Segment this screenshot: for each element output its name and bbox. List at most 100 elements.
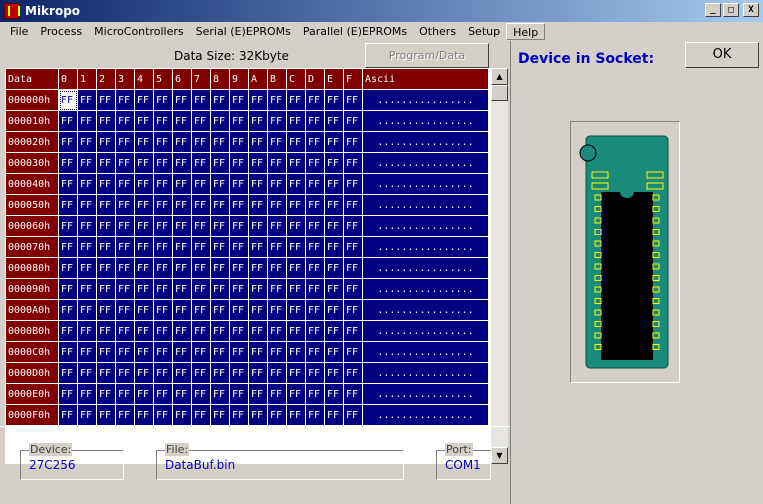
hex-cell[interactable]: FF bbox=[191, 404, 211, 426]
hex-cell[interactable]: FF bbox=[153, 257, 173, 279]
hex-cell[interactable]: FF bbox=[77, 194, 97, 216]
hex-cell[interactable]: FF bbox=[115, 194, 135, 216]
menu-microcontrollers[interactable]: MicroControllers bbox=[88, 23, 189, 40]
hex-cell[interactable]: FF bbox=[229, 383, 249, 405]
ok-button[interactable]: OK bbox=[685, 42, 759, 68]
hex-cell[interactable]: FF bbox=[248, 404, 268, 426]
hex-cell[interactable]: FF bbox=[153, 404, 173, 426]
ascii-cell[interactable]: ................ bbox=[362, 383, 489, 405]
hex-cell[interactable]: FF bbox=[77, 152, 97, 174]
hex-cell[interactable]: FF bbox=[153, 110, 173, 132]
hex-cell[interactable]: FF bbox=[286, 236, 306, 258]
hex-cell[interactable]: FF bbox=[267, 236, 287, 258]
hex-cell[interactable]: FF bbox=[153, 215, 173, 237]
hex-cell[interactable]: FF bbox=[153, 299, 173, 321]
hex-cell[interactable]: FF bbox=[77, 383, 97, 405]
hex-cell[interactable]: FF bbox=[248, 152, 268, 174]
hex-cell[interactable]: FF bbox=[96, 215, 116, 237]
hex-cell[interactable]: FF bbox=[115, 320, 135, 342]
hex-grid[interactable]: Data 0 1 2 3 4 5 6 7 8 9 A B C D E F Ascii 000000h FF FF FF F… bbox=[5, 68, 491, 464]
hex-cell[interactable]: FF bbox=[248, 362, 268, 384]
hex-cell[interactable]: FF bbox=[191, 89, 211, 111]
hex-cell[interactable]: FF bbox=[343, 341, 363, 363]
hex-cell[interactable]: FF bbox=[172, 215, 192, 237]
hex-cell[interactable]: FF bbox=[191, 341, 211, 363]
hex-cell[interactable]: FF bbox=[248, 194, 268, 216]
hex-cell[interactable]: FF bbox=[229, 341, 249, 363]
hex-cell[interactable]: FF bbox=[58, 362, 78, 384]
ascii-cell[interactable]: ................ bbox=[362, 236, 489, 258]
hex-cell[interactable]: FF bbox=[286, 320, 306, 342]
hex-cell[interactable]: FF bbox=[229, 278, 249, 300]
hex-cell[interactable]: FF bbox=[77, 341, 97, 363]
hex-cell[interactable]: FF bbox=[286, 362, 306, 384]
hex-cell[interactable]: FF bbox=[343, 383, 363, 405]
hex-cell[interactable]: FF bbox=[115, 341, 135, 363]
hex-cell[interactable]: FF bbox=[134, 278, 154, 300]
hex-cell[interactable]: FF bbox=[153, 236, 173, 258]
hex-cell[interactable]: FF bbox=[153, 278, 173, 300]
hex-cell[interactable]: FF bbox=[115, 173, 135, 195]
hex-cell[interactable]: FF bbox=[96, 404, 116, 426]
minimize-button[interactable]: _ bbox=[705, 3, 721, 17]
hex-cell[interactable]: FF bbox=[343, 194, 363, 216]
hex-cell[interactable]: FF bbox=[343, 404, 363, 426]
hex-cell[interactable]: FF bbox=[115, 89, 135, 111]
hex-cell[interactable]: FF bbox=[343, 89, 363, 111]
hex-cell[interactable]: FF bbox=[267, 299, 287, 321]
hex-cell[interactable]: FF bbox=[324, 278, 344, 300]
hex-cell[interactable]: FF bbox=[305, 320, 325, 342]
hex-cell[interactable]: FF bbox=[96, 110, 116, 132]
hex-cell[interactable]: FF bbox=[305, 299, 325, 321]
hex-cell[interactable]: FF bbox=[134, 173, 154, 195]
hex-cell[interactable]: FF bbox=[191, 110, 211, 132]
hex-cell[interactable]: FF bbox=[324, 362, 344, 384]
ascii-cell[interactable]: ................ bbox=[362, 110, 489, 132]
hex-cell[interactable]: FF bbox=[343, 320, 363, 342]
hex-cell[interactable]: FF bbox=[229, 89, 249, 111]
hex-cell[interactable]: FF bbox=[77, 320, 97, 342]
hex-cell[interactable]: FF bbox=[267, 110, 287, 132]
hex-cell[interactable]: FF bbox=[267, 131, 287, 153]
menu-serial-eeproms[interactable]: Serial (E)EPROMs bbox=[190, 23, 297, 40]
hex-cell[interactable]: FF bbox=[134, 383, 154, 405]
hex-cell[interactable]: FF bbox=[134, 341, 154, 363]
hex-cell[interactable]: FF bbox=[172, 131, 192, 153]
hex-cell[interactable]: FF bbox=[115, 257, 135, 279]
hex-cell[interactable]: FF bbox=[324, 257, 344, 279]
menu-process[interactable]: Process bbox=[34, 23, 88, 40]
hex-cell[interactable]: FF bbox=[229, 194, 249, 216]
hex-cell[interactable]: FF bbox=[248, 320, 268, 342]
hex-cell[interactable]: FF bbox=[324, 89, 344, 111]
hex-cell[interactable]: FF bbox=[115, 278, 135, 300]
hex-cell[interactable]: FF bbox=[210, 383, 230, 405]
hex-cell[interactable]: FF bbox=[305, 257, 325, 279]
ascii-cell[interactable]: ................ bbox=[362, 257, 489, 279]
hex-cell[interactable]: FF bbox=[191, 299, 211, 321]
ascii-cell[interactable]: ................ bbox=[362, 299, 489, 321]
scroll-up-button[interactable]: ▲ bbox=[491, 68, 508, 85]
hex-cell[interactable]: FF bbox=[58, 110, 78, 132]
hex-cell[interactable]: FF bbox=[267, 215, 287, 237]
hex-cell[interactable]: FF bbox=[305, 278, 325, 300]
hex-cell[interactable]: FF bbox=[324, 236, 344, 258]
hex-cell[interactable]: FF bbox=[210, 110, 230, 132]
hex-cell[interactable]: FF bbox=[77, 173, 97, 195]
hex-cell[interactable]: FF bbox=[172, 278, 192, 300]
hex-cell[interactable]: FF bbox=[134, 89, 154, 111]
hex-cell[interactable]: FF bbox=[267, 341, 287, 363]
hex-cell[interactable]: FF bbox=[324, 173, 344, 195]
hex-cell[interactable]: FF bbox=[286, 404, 306, 426]
hex-cell[interactable]: FF bbox=[191, 236, 211, 258]
hex-cell[interactable]: FF bbox=[324, 320, 344, 342]
hex-cell[interactable]: FF bbox=[191, 173, 211, 195]
hex-cell[interactable]: FF bbox=[58, 89, 78, 111]
hex-cell[interactable]: FF bbox=[210, 362, 230, 384]
hex-cell[interactable]: FF bbox=[229, 320, 249, 342]
hex-cell[interactable]: FF bbox=[248, 236, 268, 258]
hex-cell[interactable]: FF bbox=[210, 341, 230, 363]
hex-cell[interactable]: FF bbox=[229, 110, 249, 132]
hex-cell[interactable]: FF bbox=[172, 341, 192, 363]
app-icon[interactable] bbox=[4, 3, 20, 19]
hex-cell[interactable]: FF bbox=[286, 194, 306, 216]
